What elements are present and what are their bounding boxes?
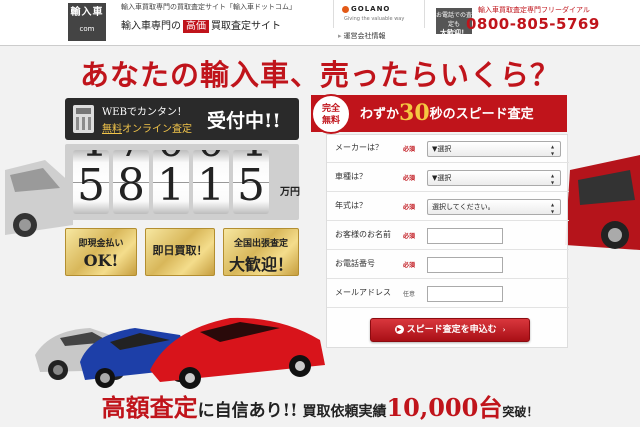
- form-title-number: 30: [399, 100, 430, 126]
- counter-unit: 万円: [280, 187, 300, 198]
- benefit-badge-line2: 即日買取！: [152, 244, 208, 257]
- submit-label: スピード査定を申込む: [406, 325, 497, 335]
- bottom-record-number: 10,000台: [386, 393, 503, 422]
- operator-logo: GOLANO: [342, 5, 390, 13]
- benefit-badge-line2: 大歓迎！: [228, 255, 293, 274]
- form-select[interactable]: 選択してください。 ▲▼: [427, 199, 561, 215]
- site-tagline: 輸入車専門の 高価 買取査定サイト: [121, 17, 281, 33]
- background-car-right: [565, 155, 640, 250]
- benefit-badges: 即現金払い OK! 即日買取！ 全国出張査定大歓迎！: [65, 228, 299, 276]
- benefit-badge: 即現金払い OK!: [65, 228, 137, 276]
- assessment-form: メーカーは？ 必須 ▼選択 ▲▼ 車種は？ 必須 ▼選択 ▲▼ 年式は？ 必須 選択してください。 ▲…: [326, 134, 569, 348]
- operator-slogan: Giving the valuable way: [344, 16, 405, 22]
- web-banner-line1: WEBでカンタン！: [102, 107, 187, 118]
- main-headline: あなたの輸入車、売ったらいくら？: [79, 58, 560, 92]
- required-tag: 必須: [403, 262, 416, 269]
- accepting-status: 受付中!!: [207, 110, 281, 132]
- calculator-icon: [73, 105, 94, 133]
- form-row: 年式は？ 必須 選択してください。 ▲▼: [327, 193, 569, 221]
- bottom-confidence: に自信あり!!: [197, 401, 298, 421]
- form-select-value: 選択してください。: [432, 203, 495, 211]
- counter-digit-value: 1: [157, 160, 185, 211]
- form-row: お客様のお名前 必須: [327, 222, 569, 250]
- price-counter: 4578010145: [65, 144, 299, 220]
- select-arrows-icon: ▲▼: [551, 202, 555, 214]
- required-tag: 必須: [403, 204, 416, 211]
- form-text-input[interactable]: [427, 228, 503, 244]
- form-select-value: ▼選択: [432, 145, 452, 153]
- online-assessment-text: オンライン査定: [122, 124, 192, 135]
- operator-info-link[interactable]: ▸ 運営会社情報: [338, 31, 386, 41]
- operator-logo-text: GOLANO: [351, 5, 391, 13]
- counter-digit-value: 5: [237, 160, 265, 211]
- site-tagline-small: 輸入車買取専門の買取査定サイト「輸入車ドットコム」: [121, 3, 296, 11]
- site-logo[interactable]: 輸入車 com: [68, 3, 106, 41]
- tagline-prefix: 輸入車専門の: [121, 21, 181, 32]
- free-badge-line2: 無料: [321, 116, 340, 126]
- triangle-right-icon: ▸: [338, 32, 342, 40]
- select-arrows-icon: ▲▼: [551, 173, 555, 185]
- bottom-breakthrough: 突破！: [502, 405, 539, 419]
- form-field-label: メーカーは？: [335, 143, 383, 152]
- required-tag: 必須: [403, 233, 416, 240]
- counter-digit-value: 5: [77, 160, 105, 211]
- required-tag: 必須: [403, 175, 416, 182]
- featured-cars-image: [35, 317, 325, 389]
- optional-tag: 任意: [403, 291, 416, 298]
- benefit-badge-line2: OK!: [83, 251, 119, 270]
- counter-digit: 01: [193, 150, 229, 214]
- counter-digits: 4578010145: [73, 150, 273, 214]
- benefit-badge: 全国出張査定大歓迎！: [223, 228, 299, 276]
- operator-logo-icon: [342, 5, 349, 13]
- counter-digit: 45: [233, 150, 269, 214]
- select-arrows-icon: ▲▼: [551, 144, 555, 156]
- form-field-label: 車種は？: [335, 172, 367, 181]
- benefit-badge-line1: 即現金払い: [78, 239, 124, 249]
- form-row: メールアドレス 任意: [327, 280, 569, 308]
- counter-digit-value: 8: [117, 160, 145, 211]
- form-text-input[interactable]: [427, 257, 503, 273]
- benefit-badge: 即日買取！: [145, 228, 215, 276]
- web-banner-line2: 無料オンライン査定: [102, 120, 192, 135]
- bottom-achievement: 高額査定に自信あり!! 買取依頼実績10,000台突破！: [0, 388, 640, 423]
- site-header: 輸入車 com 輸入車買取専門の買取査定サイト「輸入車ドットコム」 輸入車専門の…: [0, 0, 640, 46]
- free-badge-line1: 完全: [321, 104, 340, 114]
- form-row: メーカーは？ 必須 ▼選択 ▲▼: [327, 135, 569, 163]
- form-title-suffix: 秒のスピード査定: [429, 107, 534, 122]
- play-circle-icon: ▶: [394, 325, 404, 334]
- form-title-prefix: わずか: [360, 107, 400, 122]
- bottom-high-assessment: 高額査定: [101, 393, 198, 422]
- counter-digit: 78: [113, 150, 149, 214]
- free-badge: 完全 無料: [311, 94, 351, 134]
- form-field-label: メールアドレス: [335, 288, 391, 297]
- web-assessment-banner: WEBでカンタン！ 無料オンライン査定 受付中!!: [65, 98, 299, 140]
- operator-info-label: 運営会社情報: [343, 32, 386, 40]
- form-select[interactable]: ▼選択 ▲▼: [427, 141, 561, 157]
- required-tag: 必須: [403, 146, 416, 153]
- form-field-label: お客様のお名前: [335, 230, 391, 239]
- form-select[interactable]: ▼選択 ▲▼: [427, 170, 561, 186]
- counter-digit: 01: [153, 150, 189, 214]
- form-select-value: ▼選択: [432, 174, 452, 182]
- form-row: お電話番号 必須: [327, 251, 569, 279]
- logo-text-sub: com: [79, 25, 95, 33]
- operator-logo-box[interactable]: GOLANO Giving the valuable way: [333, 0, 425, 28]
- phone-label: 輸入車買取査定専門フリーダイアル: [478, 6, 590, 14]
- logo-text-main: 輸入車: [70, 7, 104, 18]
- form-text-input[interactable]: [427, 286, 503, 302]
- benefit-badge-line1: 全国出張査定: [233, 239, 288, 249]
- chevron-right-icon: ›: [502, 325, 506, 334]
- tagline-highlight: 高価: [183, 20, 209, 33]
- free-text: 無料: [102, 124, 122, 135]
- counter-digit-value: 1: [197, 160, 225, 211]
- counter-digit: 45: [73, 150, 109, 214]
- phone-number[interactable]: 0800-805-5769: [466, 15, 600, 33]
- form-title: わずか30秒のスピード査定: [360, 100, 534, 126]
- bottom-record-label: 買取依頼実績: [302, 404, 387, 420]
- form-field-label: お電話番号: [335, 259, 375, 268]
- submit-assessment-button[interactable]: ▶ スピード査定を申込む ›: [370, 318, 530, 342]
- tagline-suffix: 買取査定サイト: [211, 21, 281, 32]
- form-field-label: 年式は？: [335, 201, 367, 210]
- form-row: 車種は？ 必須 ▼選択 ▲▼: [327, 164, 569, 192]
